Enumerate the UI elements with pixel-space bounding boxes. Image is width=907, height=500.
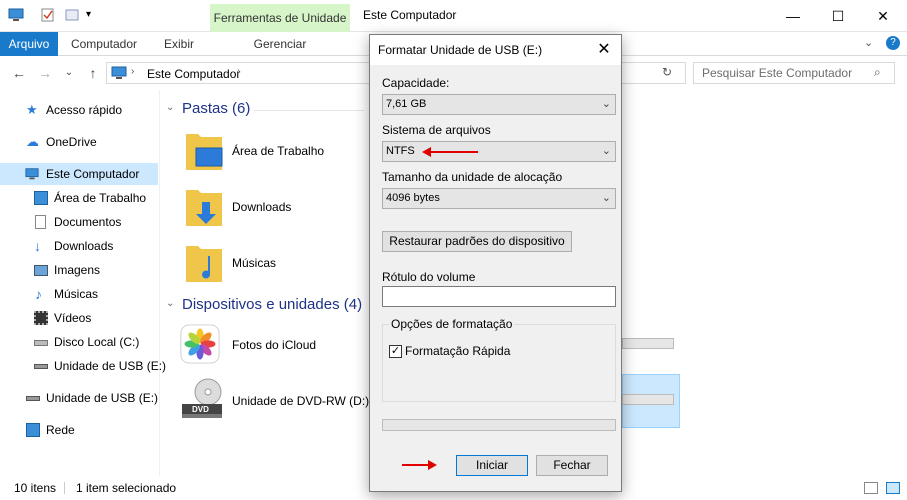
music-icon: ♪ xyxy=(35,286,42,302)
drive-icon xyxy=(34,340,48,346)
volume-label-input[interactable] xyxy=(382,286,616,307)
folder-label[interactable]: Área de Trabalho xyxy=(232,144,324,158)
format-dialog: Formatar Unidade de USB (E:) ✕ Capacidad… xyxy=(369,34,622,492)
dialog-close-icon[interactable]: ✕ xyxy=(595,41,613,59)
chevron-down-icon: ⌄ xyxy=(601,145,611,157)
help-icon[interactable]: ? xyxy=(886,36,900,50)
window-title: Este Computador xyxy=(363,8,457,22)
format-options-group: Opções de formatação ✓ Formatação Rápida xyxy=(382,317,616,402)
star-icon: ★ xyxy=(26,102,38,117)
chevron-down-icon: ⌄ xyxy=(601,192,611,204)
devices-header[interactable]: Dispositivos e unidades (4) xyxy=(182,296,362,313)
desktop-icon xyxy=(34,191,48,205)
drive-usage-bar xyxy=(622,338,674,349)
quick-format-checkbox[interactable]: ✓ xyxy=(389,345,402,358)
restore-defaults-button[interactable]: Restaurar padrões do dispositivo xyxy=(382,231,572,252)
maximize-button[interactable]: ☐ xyxy=(815,4,861,28)
format-progress-bar xyxy=(382,419,616,431)
search-input[interactable]: Pesquisar Este Computador xyxy=(693,62,895,84)
folders-header[interactable]: Pastas (6) xyxy=(182,100,250,117)
close-button[interactable]: ✕ xyxy=(860,4,906,28)
breadcrumb-chevron-icon[interactable]: › xyxy=(131,66,134,77)
collapse-chevron-icon[interactable]: ⌄ xyxy=(166,298,174,309)
tab-exibir[interactable]: Exibir xyxy=(150,32,208,56)
up-icon[interactable]: ↑ xyxy=(84,64,102,82)
capacity-label: Capacidade: xyxy=(382,76,450,90)
tab-computador[interactable]: Computador xyxy=(62,32,146,56)
status-selected: 1 item selecionado xyxy=(76,481,177,495)
filesystem-label: Sistema de arquivos xyxy=(382,123,491,137)
music-folder-icon[interactable] xyxy=(184,240,224,284)
search-icon: ⌕ xyxy=(874,65,881,79)
collapse-chevron-icon[interactable]: ⌄ xyxy=(166,102,174,113)
filesystem-select[interactable]: NTFS ⌄ xyxy=(382,141,616,162)
dialog-title: Formatar Unidade de USB (E:) xyxy=(370,35,621,65)
ribbon-expand-icon[interactable]: ⌄ xyxy=(864,36,873,49)
back-icon[interactable]: ← xyxy=(10,64,28,82)
breadcrumb-chevron-icon[interactable]: › xyxy=(237,66,240,77)
icloud-photos-icon[interactable] xyxy=(180,322,220,366)
details-view-icon[interactable] xyxy=(864,482,878,494)
breadcrumb[interactable]: Este Computador xyxy=(147,67,240,81)
tiles-view-icon[interactable] xyxy=(886,482,900,494)
allocation-label: Tamanho da unidade de alocação xyxy=(382,170,563,184)
computer-icon xyxy=(25,168,39,180)
tools-tab[interactable]: Ferramentas de Unidade xyxy=(210,4,350,32)
document-icon xyxy=(35,215,46,229)
volume-label: Rótulo do volume xyxy=(382,270,476,284)
dvd-badge: DVD xyxy=(192,405,209,414)
computer-icon xyxy=(111,66,127,79)
status-divider xyxy=(64,482,65,494)
dvd-drive-icon[interactable] xyxy=(180,378,226,422)
quick-format-label[interactable]: Formatação Rápida xyxy=(405,344,510,358)
minimize-button[interactable]: — xyxy=(770,4,816,28)
capacity-select[interactable]: 7,61 GB ⌄ xyxy=(382,94,616,115)
device-label[interactable]: Unidade de DVD-RW (D:) xyxy=(232,394,369,408)
refresh-icon[interactable]: ↻ xyxy=(662,65,672,79)
navigation-pane: ★ Acesso rápido ☁ OneDrive Este Computad… xyxy=(0,90,166,476)
customize-qa-icon[interactable]: ▾ xyxy=(86,8,102,22)
nav-this-pc[interactable]: Este Computador xyxy=(0,163,158,185)
status-item-count: 10 itens xyxy=(14,481,57,495)
downloads-folder-icon[interactable] xyxy=(184,184,224,228)
video-icon xyxy=(34,311,48,325)
format-options-label: Opções de formatação xyxy=(389,317,515,331)
tab-gerenciar[interactable]: Gerenciar xyxy=(212,32,348,56)
close-dialog-button[interactable]: Fechar xyxy=(536,455,608,476)
chevron-down-icon: ⌄ xyxy=(601,98,611,110)
recent-chevron-icon[interactable]: ⌄ xyxy=(60,64,78,82)
capacity-value: 7,61 GB xyxy=(386,98,427,110)
usb-icon xyxy=(26,396,40,401)
folder-label[interactable]: Downloads xyxy=(232,200,291,214)
image-icon xyxy=(34,265,48,276)
tab-arquivo[interactable]: Arquivo xyxy=(0,32,58,56)
computer-icon[interactable] xyxy=(8,8,24,22)
annotation-arrow-line xyxy=(430,151,478,153)
download-icon: ↓ xyxy=(34,238,41,254)
network-icon xyxy=(26,423,40,437)
allocation-select[interactable]: 4096 bytes ⌄ xyxy=(382,188,616,209)
annotation-arrow-left-icon xyxy=(422,147,431,157)
forward-icon[interactable]: → xyxy=(36,64,54,82)
nav-onedrive[interactable]: ☁ OneDrive xyxy=(24,131,154,153)
annotation-arrow-right-icon xyxy=(428,460,437,470)
cloud-icon: ☁ xyxy=(26,134,39,149)
drive-usage-bar xyxy=(622,394,674,405)
desktop-folder-icon[interactable] xyxy=(184,128,224,172)
new-folder-icon[interactable] xyxy=(64,8,80,22)
nav-quick-access[interactable]: ★ Acesso rápido xyxy=(24,99,154,121)
folder-label[interactable]: Músicas xyxy=(232,256,276,270)
filesystem-value: NTFS xyxy=(386,145,415,157)
allocation-value: 4096 bytes xyxy=(386,192,440,204)
usb-icon xyxy=(34,364,48,369)
title-bar: ▾ Ferramentas de Unidade Este Computador… xyxy=(0,0,907,32)
group-divider xyxy=(254,110,364,111)
start-button[interactable]: Iniciar xyxy=(456,455,528,476)
annotation-arrow-line xyxy=(402,464,428,466)
properties-icon[interactable] xyxy=(40,8,56,22)
device-label[interactable]: Fotos do iCloud xyxy=(232,338,316,352)
